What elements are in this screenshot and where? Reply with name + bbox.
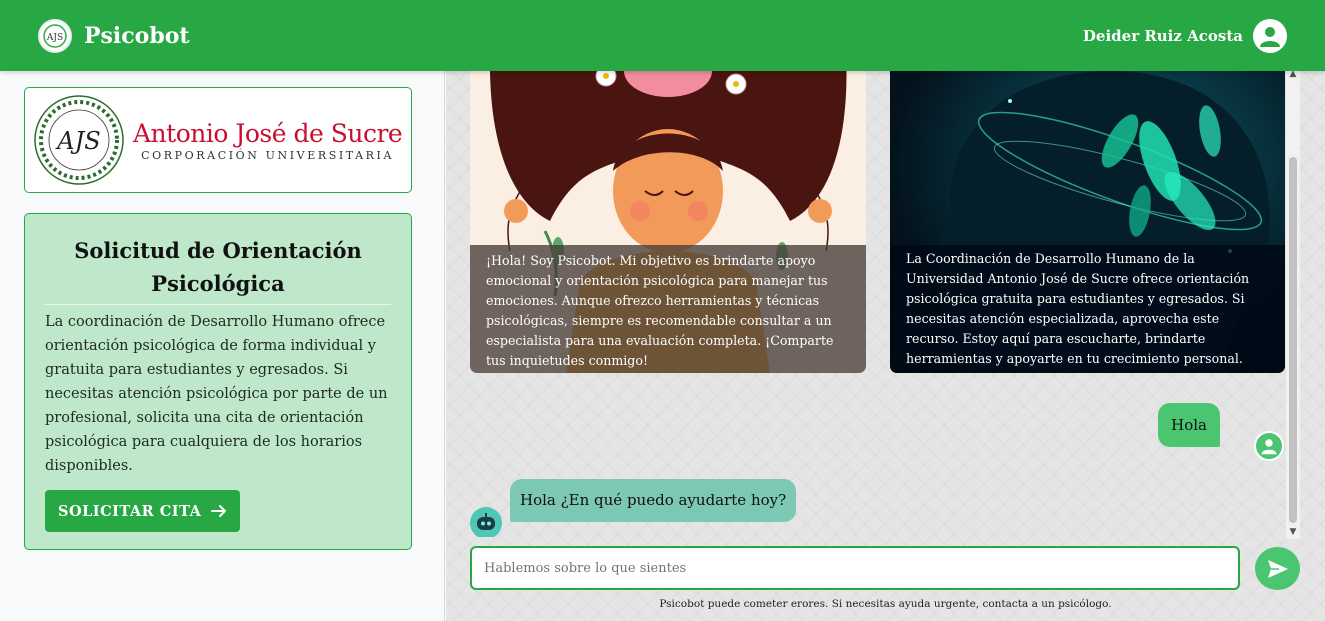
- message-list[interactable]: ¡Hola! Soy Psicobot. Mi objetivo es brin…: [446, 71, 1286, 537]
- disclaimer-text: Psicobot puede cometer erores. Si necesi…: [659, 598, 1112, 610]
- university-seal-icon: AJS: [34, 95, 124, 185]
- arrow-right-icon: [211, 505, 227, 517]
- user-avatar-icon: [1254, 431, 1284, 461]
- university-subtitle: CORPORACIÓN UNIVERSITARIA: [141, 148, 395, 162]
- request-appointment-button[interactable]: SOLICITAR CITA: [45, 490, 241, 532]
- top-navbar: AJS Psicobot Deider Ruiz Acosta: [0, 0, 1325, 71]
- message-input[interactable]: [470, 546, 1240, 590]
- university-name: Antonio José de Sucre: [133, 118, 403, 148]
- send-button[interactable]: [1255, 547, 1300, 590]
- request-description: La coordinación de Desarrollo Humano ofr…: [45, 314, 388, 474]
- university-logo-card: AJS Antonio José de Sucre CORPORACIÓN UN…: [24, 87, 412, 193]
- info-card-caption: La Coordinación de Desarrollo Humano de …: [890, 245, 1285, 373]
- request-title: Solicitud de Orientación Psicológica: [45, 234, 391, 305]
- app-name: Psicobot: [84, 22, 190, 49]
- welcome-image-card: ¡Hola! Soy Psicobot. Mi objetivo es brin…: [470, 71, 866, 373]
- send-icon: [1267, 559, 1288, 578]
- user-name: Deider Ruiz Acosta: [1082, 26, 1243, 45]
- appointment-request-card: Solicitud de Orientación Psicológica La …: [24, 213, 412, 550]
- scroll-down-icon[interactable]: ▼: [1286, 527, 1300, 539]
- brand-logo-icon: AJS: [38, 18, 72, 53]
- brand[interactable]: AJS Psicobot: [38, 18, 190, 53]
- svg-text:AJS: AJS: [55, 127, 100, 155]
- robot-icon: [470, 507, 502, 537]
- user-icon[interactable]: [1253, 18, 1287, 53]
- svg-text:AJS: AJS: [46, 33, 63, 43]
- chat-panel: ¡Hola! Soy Psicobot. Mi objetivo es brin…: [446, 69, 1325, 621]
- chat-scrollbar[interactable]: ▲ ▼: [1286, 69, 1300, 539]
- scroll-thumb[interactable]: [1289, 157, 1297, 523]
- request-button-label: SOLICITAR CITA: [58, 502, 202, 520]
- user-menu[interactable]: Deider Ruiz Acosta: [1082, 18, 1287, 53]
- sidebar: AJS Antonio José de Sucre CORPORACIÓN UN…: [0, 71, 445, 621]
- bot-message: Hola ¿En qué puedo ayudarte hoy?: [510, 479, 797, 522]
- welcome-card-caption: ¡Hola! Soy Psicobot. Mi objetivo es brin…: [470, 245, 866, 373]
- info-image-card: La Coordinación de Desarrollo Humano de …: [890, 71, 1285, 373]
- user-message: Hola: [1158, 403, 1220, 447]
